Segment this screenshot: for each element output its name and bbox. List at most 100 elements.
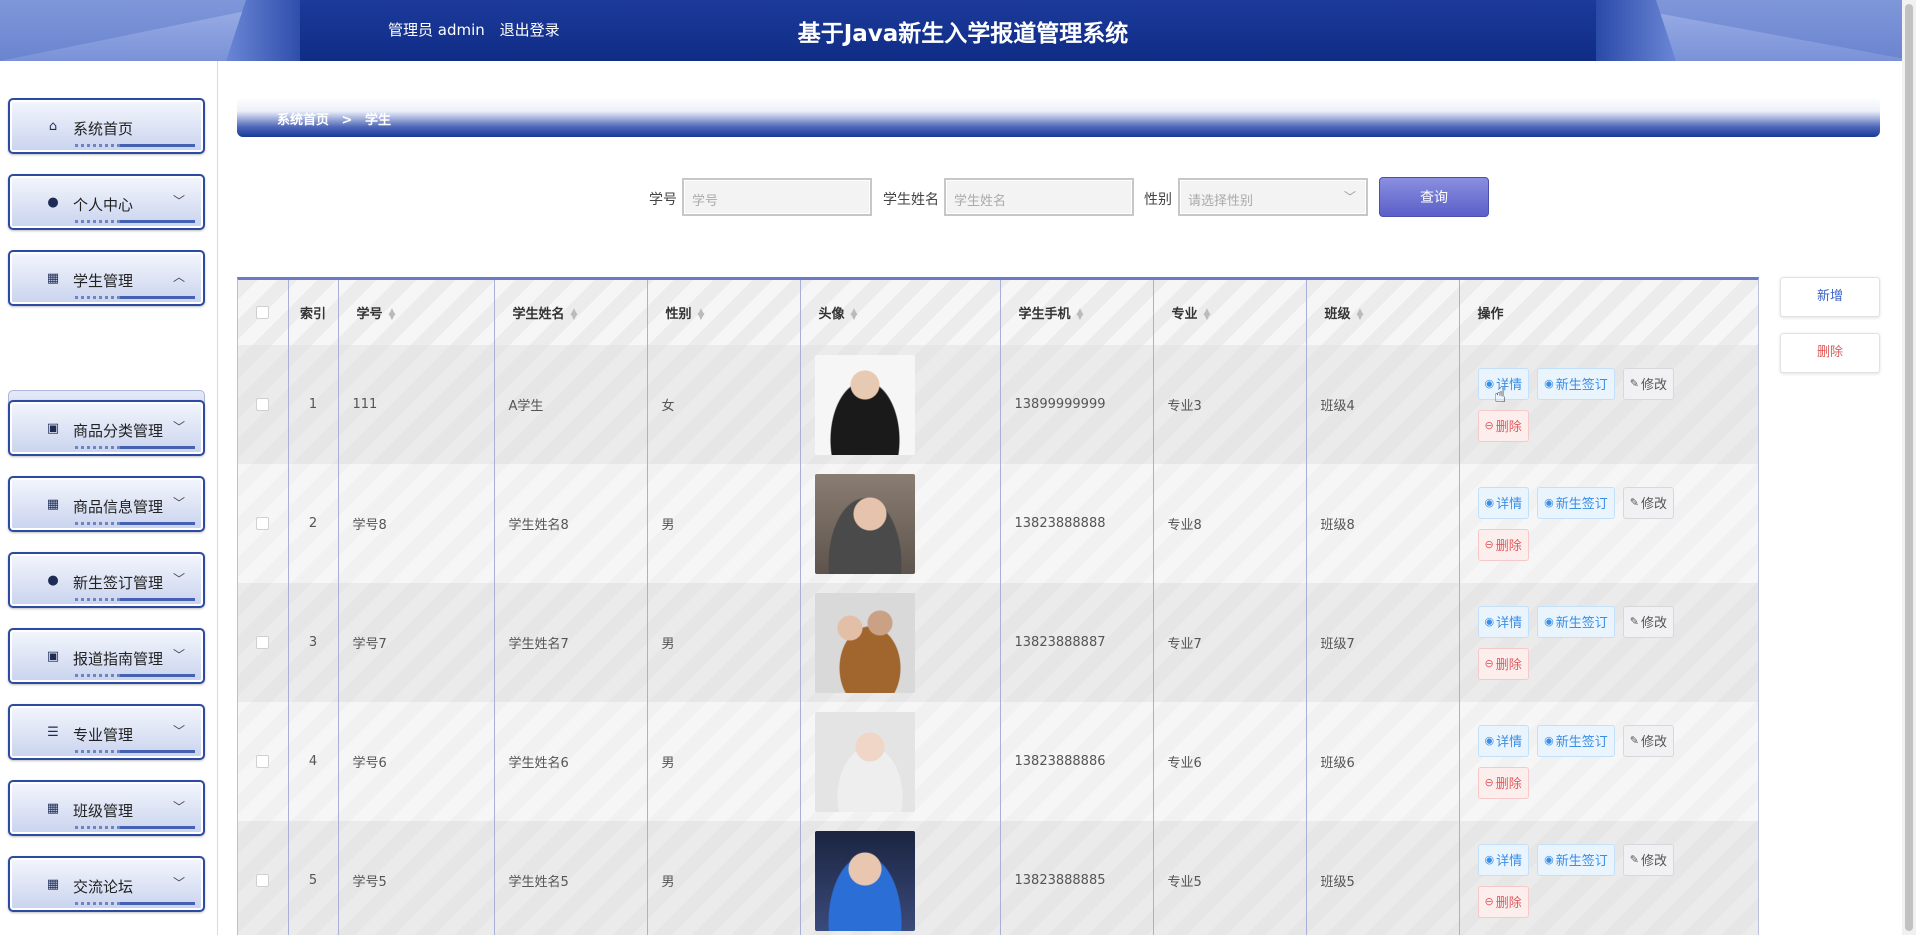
sort-icon[interactable]: ▲ ▼ xyxy=(698,307,705,321)
cell-major: 专业8 xyxy=(1153,464,1307,583)
breadcrumb-home[interactable]: 系统首页 xyxy=(277,113,329,128)
header-major[interactable]: 专业 ▲ ▼ xyxy=(1153,280,1307,345)
delete-button[interactable]: ⊖ 删除 xyxy=(1477,647,1529,680)
header-avatar[interactable]: 头像 ▲ ▼ xyxy=(800,280,1001,345)
cell-student-name: 学生姓名7 xyxy=(494,583,648,702)
detail-button[interactable]: ◉ 详情 xyxy=(1477,605,1530,638)
detail-button[interactable]: ◉ 详情 xyxy=(1477,843,1530,876)
sidebar-item-6[interactable]: ▣ 报道指南管理 ﹀ xyxy=(8,628,205,684)
edit-button[interactable]: ✎ 修改 xyxy=(1622,843,1674,876)
op-row: ⊖ 删除 xyxy=(1477,643,1759,685)
sign-button[interactable]: ◉ 新生签订 xyxy=(1537,605,1615,638)
home-icon: ⌂ xyxy=(48,119,58,134)
minus-circle-icon: ⊖ xyxy=(1484,538,1494,551)
header-index: 索引 xyxy=(288,280,339,345)
eye-icon: ◉ xyxy=(1484,853,1495,866)
header-class-label: 班级 xyxy=(1324,307,1351,322)
page-scrollbar[interactable] xyxy=(1902,0,1916,935)
sort-icon[interactable]: ▲ ▼ xyxy=(389,307,396,321)
row-checkbox[interactable] xyxy=(256,874,270,887)
sign-label: 新生签订 xyxy=(1555,378,1608,393)
row-checkbox[interactable] xyxy=(256,517,270,530)
sign-button[interactable]: ◉ 新生签订 xyxy=(1537,724,1615,757)
cell-phone: 13823888885 xyxy=(1000,821,1154,935)
avatar[interactable] xyxy=(814,473,915,574)
query-button[interactable]: 查询 xyxy=(1379,177,1489,217)
header-student-name[interactable]: 学生姓名 ▲ ▼ xyxy=(494,280,648,345)
header-student-id[interactable]: 学号 ▲ ▼ xyxy=(338,280,495,345)
breadcrumb: 系统首页 > 学生 xyxy=(237,97,1880,137)
student-id-input[interactable]: 学号 xyxy=(682,178,872,216)
row-checkbox[interactable] xyxy=(256,398,270,411)
sign-button[interactable]: ◉ 新生签订 xyxy=(1537,486,1615,519)
decor-bar xyxy=(120,902,195,905)
op-row: ⊖ 删除 xyxy=(1477,405,1759,447)
cell-student-id: 111 xyxy=(338,345,495,464)
sort-icon[interactable]: ▲ ▼ xyxy=(1357,307,1364,321)
sidebar-item-8[interactable]: ▦ 班级管理 ﹀ xyxy=(8,780,205,836)
cell-operations: ◉ 详情 ◉ 新生签订 ✎ 修改 ⊖ 删除 xyxy=(1459,702,1759,821)
cell-major: 专业6 xyxy=(1153,702,1307,821)
row-checkbox[interactable] xyxy=(256,636,270,649)
table-row[interactable]: 2 学号8 学生姓名8 男 13823888888 专业8 班级8 ◉ 详情 ◉ 新生签订 ✎ 修改 ⊖ 删… xyxy=(238,464,1758,583)
cell-avatar xyxy=(800,345,1001,464)
sidebar-item-9[interactable]: ▦ 交流论坛 ﹀ xyxy=(8,856,205,912)
delete-button[interactable]: ⊖ 删除 xyxy=(1477,528,1529,561)
scrollbar-thumb[interactable] xyxy=(1905,4,1913,931)
delete-button[interactable]: ⊖ 删除 xyxy=(1477,409,1529,442)
student-name-input[interactable]: 学生姓名 xyxy=(944,178,1134,216)
header-class[interactable]: 班级 ▲ ▼ xyxy=(1306,280,1460,345)
sidebar-item-2[interactable]: ▦ 学生管理 ︿ xyxy=(8,250,205,306)
op-row: ◉ 详情 ◉ 新生签订 ✎ 修改 xyxy=(1477,720,1759,762)
sign-label: 新生签订 xyxy=(1555,497,1608,512)
table-row[interactable]: 1 111 A学生女 13899999999 专业3 班级4 ◉ 详情 ◉ 新生签订 ✎ 修改 ⊖ 删除 xyxy=(238,345,1759,464)
sign-button[interactable]: ◉ 新生签订 xyxy=(1537,843,1615,876)
detail-button[interactable]: ◉ 详情 xyxy=(1477,486,1530,519)
edit-button[interactable]: ✎ 修改 xyxy=(1622,605,1674,638)
batch-delete-button[interactable]: 删除 xyxy=(1780,333,1880,373)
sort-icon[interactable]: ▲ ▼ xyxy=(851,307,858,321)
delete-label: 删除 xyxy=(1495,777,1522,792)
edit-button[interactable]: ✎ 修改 xyxy=(1622,724,1674,757)
avatar[interactable] xyxy=(814,830,915,931)
user-icon: ● xyxy=(47,573,59,588)
sort-icon[interactable]: ▲ ▼ xyxy=(571,307,578,321)
add-button[interactable]: 新增 xyxy=(1780,277,1880,317)
cell-gender: 男 xyxy=(647,702,801,821)
delete-button[interactable]: ⊖ 删除 xyxy=(1477,766,1529,799)
edit-button[interactable]: ✎ 修改 xyxy=(1622,367,1674,400)
header-phone[interactable]: 学生手机 ▲ ▼ xyxy=(1000,280,1154,345)
header-gender-label: 性别 xyxy=(665,307,692,322)
gender-select[interactable]: 请选择性别 ﹀ xyxy=(1178,178,1368,216)
avatar[interactable] xyxy=(814,711,915,812)
cell-index: 3 xyxy=(288,583,339,702)
table-row[interactable]: 3 学号7 学生姓名7 男 13823888887 专业7 班级7 ◉ 详情 ◉ 新生签订 ✎ 修改 ⊖ 删… xyxy=(238,583,1759,702)
decor-bar xyxy=(120,446,195,449)
table-row[interactable]: 5 学号5 学生姓名5 男 13823888885 专业5 班级5 ◉ 详情 ◉ 新生签订 ✎ 修改 ⊖ 删… xyxy=(238,821,1758,935)
edit-label: 修改 xyxy=(1640,854,1667,869)
detail-button[interactable]: ◉ 详情 xyxy=(1477,724,1530,757)
sort-icon[interactable]: ▲ ▼ xyxy=(1204,307,1211,321)
sidebar-item-3[interactable]: ▣ 商品分类管理 ﹀ xyxy=(8,400,205,456)
sidebar-item-7[interactable]: ☰ 专业管理 ﹀ xyxy=(8,704,205,760)
row-checkbox[interactable] xyxy=(256,755,270,768)
delete-button[interactable]: ⊖ 删除 xyxy=(1477,885,1529,918)
header-gender[interactable]: 性别 ▲ ▼ xyxy=(647,280,801,345)
row-select-cell xyxy=(238,464,289,583)
sidebar-item-label: 班级管理 xyxy=(73,802,134,820)
cell-student-name: 学生姓名6 xyxy=(494,702,648,821)
table-row[interactable]: 4 学号6 学生姓名6 男 13823888886 专业6 班级6 ◉ 详情 ◉ 新生签订 ✎ 修改 ⊖ 删… xyxy=(238,702,1759,821)
sign-button[interactable]: ◉ 新生签订 xyxy=(1537,367,1615,400)
minus-circle-icon: ⊖ xyxy=(1484,419,1494,432)
sidebar-item-5[interactable]: ● 新生签订管理 ﹀ xyxy=(8,552,205,608)
row-select-cell xyxy=(238,583,289,702)
edit-button[interactable]: ✎ 修改 xyxy=(1622,486,1674,519)
sidebar-item-label: 系统首页 xyxy=(73,120,134,138)
avatar[interactable] xyxy=(814,592,915,693)
cell-index: 5 xyxy=(288,821,339,935)
sort-icon[interactable]: ▲ ▼ xyxy=(1077,307,1084,321)
sidebar-item-4[interactable]: ▦ 商品信息管理 ﹀ xyxy=(8,476,205,532)
sidebar-item-0[interactable]: ⌂ 系统首页 xyxy=(8,98,205,154)
avatar[interactable] xyxy=(814,354,915,455)
select-all-checkbox[interactable] xyxy=(256,306,270,319)
